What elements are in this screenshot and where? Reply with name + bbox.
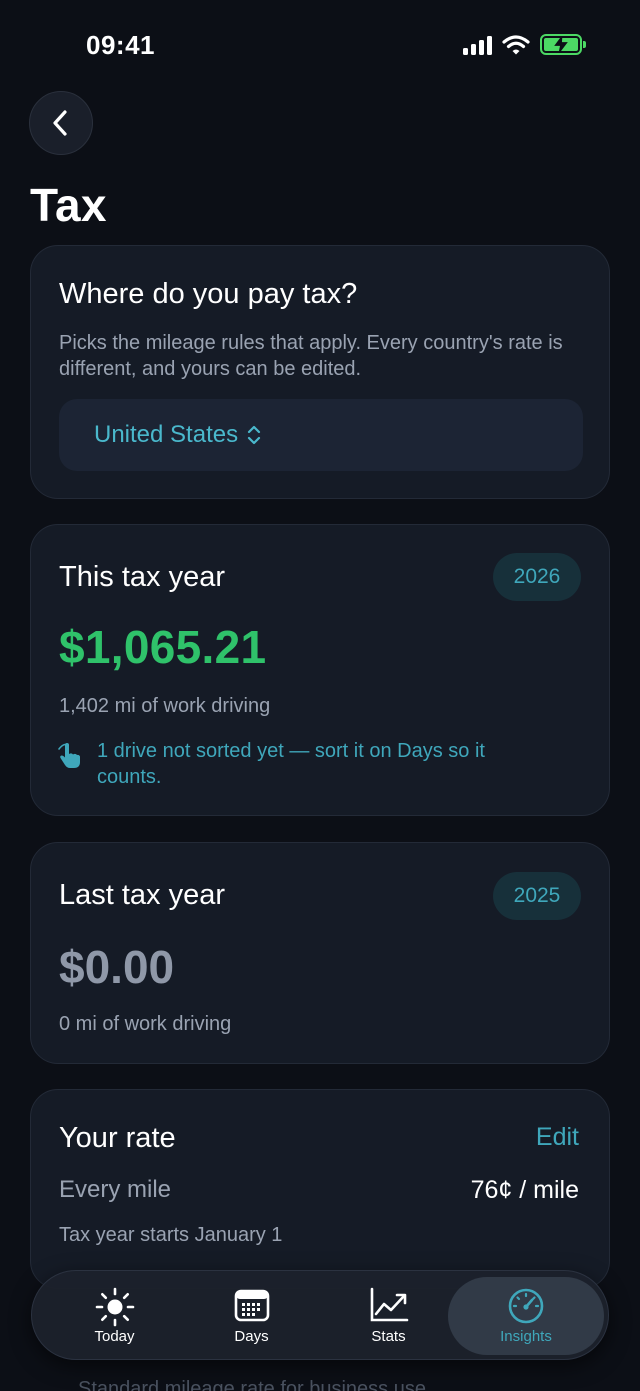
peek-text: Standard mileage rate for business use bbox=[78, 1378, 426, 1391]
battery-icon bbox=[540, 34, 586, 55]
edit-rate-button[interactable]: Edit bbox=[536, 1123, 579, 1152]
tab-bar: Today Days Stats Insights bbox=[31, 1270, 609, 1360]
status-bar: 09:41 bbox=[0, 0, 640, 90]
last-tax-year-miles: 0 mi of work driving bbox=[59, 1013, 232, 1035]
tab-insights[interactable]: Insights bbox=[448, 1277, 604, 1355]
tax-year-start: Tax year starts January 1 bbox=[59, 1224, 283, 1246]
wifi-icon bbox=[502, 34, 530, 54]
status-icons bbox=[463, 34, 586, 55]
this-tax-year-title: This tax year bbox=[59, 561, 225, 593]
country-card-description: Picks the mileage rules that apply. Ever… bbox=[59, 332, 563, 380]
cellular-signal-icon bbox=[463, 35, 492, 55]
tab-today[interactable]: Today bbox=[46, 1271, 183, 1361]
this-tax-year-miles: 1,402 mi of work driving bbox=[59, 695, 271, 717]
gauge-icon bbox=[508, 1288, 544, 1324]
last-tax-year-amount: $0.00 bbox=[59, 941, 175, 993]
this-tax-year-card: This tax year 2026 $1,065.21 1,402 mi of… bbox=[30, 524, 610, 816]
tab-stats[interactable]: Stats bbox=[320, 1271, 457, 1361]
rate-label: Every mile bbox=[59, 1176, 172, 1203]
hand-pointer-icon bbox=[58, 743, 80, 768]
unsorted-drive-note[interactable]: 1 drive not sorted yet — sort it on Days… bbox=[57, 738, 527, 790]
page-title: Tax bbox=[30, 179, 107, 231]
last-tax-year-title: Last tax year bbox=[59, 879, 226, 911]
tab-today-label: Today bbox=[94, 1328, 135, 1345]
chevron-up-down-icon bbox=[247, 425, 261, 445]
chevron-left-icon bbox=[53, 110, 67, 136]
tab-insights-label: Insights bbox=[500, 1328, 552, 1345]
country-select-value: United States bbox=[94, 421, 239, 448]
charging-bolt-icon bbox=[554, 36, 568, 53]
sun-icon bbox=[95, 1287, 134, 1327]
rate-value: 76¢ / mile bbox=[470, 1176, 579, 1204]
chart-line-icon bbox=[370, 1287, 408, 1322]
last-tax-year-badge: 2025 bbox=[493, 872, 581, 920]
status-time: 09:41 bbox=[86, 30, 155, 60]
rate-card: Your rate Edit Every mile 76¢ / mile Tax… bbox=[30, 1089, 610, 1289]
tab-days[interactable]: Days bbox=[183, 1271, 320, 1361]
country-select[interactable]: United States bbox=[59, 399, 583, 471]
unsorted-drive-note-text: 1 drive not sorted yet — sort it on Days… bbox=[97, 740, 485, 788]
back-button[interactable] bbox=[29, 91, 93, 155]
country-card-title: Where do you pay tax? bbox=[59, 278, 358, 310]
this-tax-year-amount: $1,065.21 bbox=[59, 621, 267, 673]
this-tax-year-badge: 2026 bbox=[493, 553, 581, 601]
rate-card-title: Your rate bbox=[59, 1122, 176, 1154]
last-tax-year-card: Last tax year 2025 $0.00 0 mi of work dr… bbox=[30, 842, 610, 1064]
screen: 09:41 Tax Where do you pay tax? Picks th… bbox=[0, 0, 640, 1391]
tab-stats-label: Stats bbox=[371, 1328, 406, 1345]
tab-days-label: Days bbox=[234, 1328, 269, 1345]
calendar-icon bbox=[234, 1289, 269, 1322]
country-card: Where do you pay tax? Picks the mileage … bbox=[30, 245, 610, 499]
